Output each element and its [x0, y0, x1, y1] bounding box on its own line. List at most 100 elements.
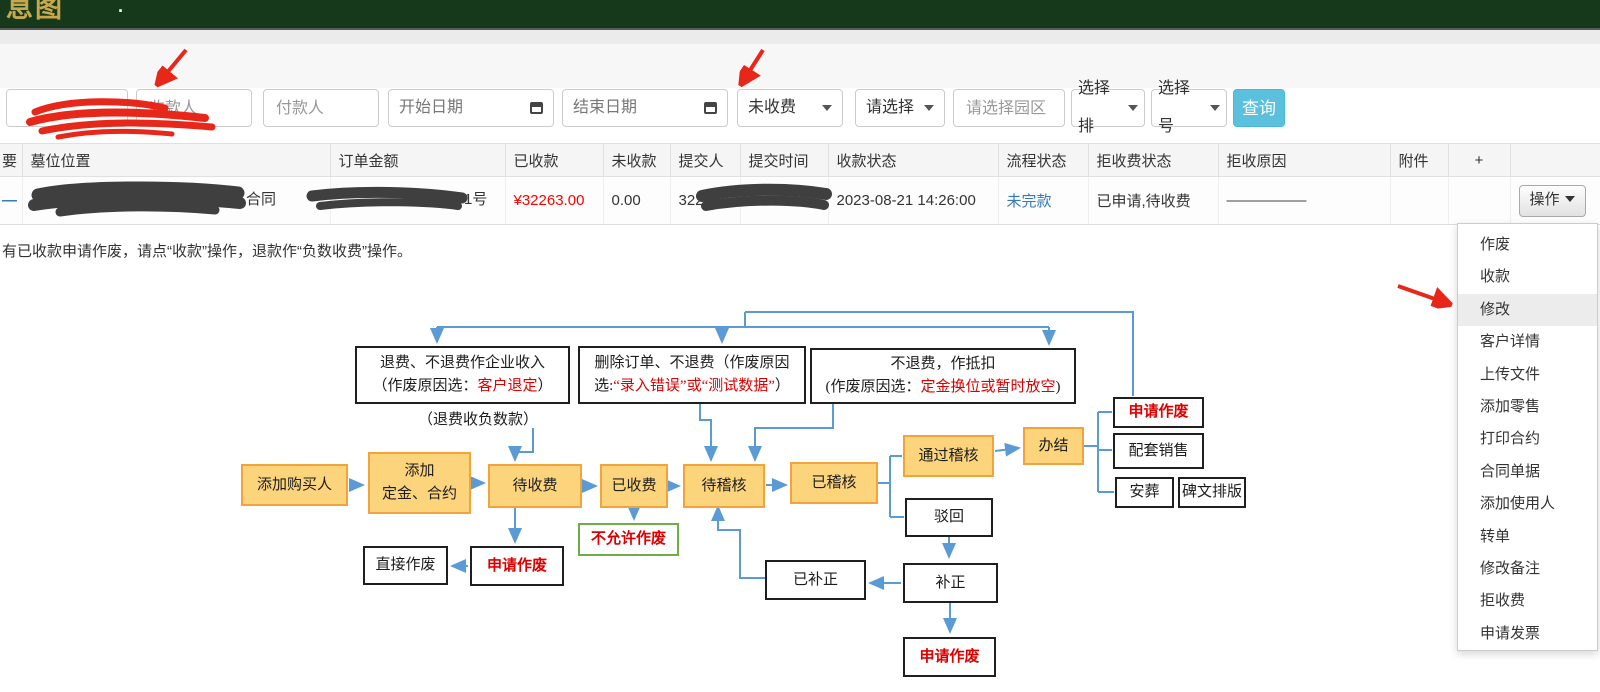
orders-table: 要 墓位位置 订单金额 已收款 未收款 提交人 提交时间 收款状态 流程状态 拒… — [0, 143, 1600, 225]
keyword-input-field[interactable] — [17, 91, 121, 127]
search-button[interactable]: 查询 — [1233, 89, 1285, 127]
cell-submitter: 32263 — [670, 177, 740, 225]
col-header-grave-position: 墓位位置 — [22, 144, 330, 177]
payer-input[interactable] — [263, 89, 379, 127]
action-dropdown-menu: 作废 收款 修改 客户详情 上传文件 添加零售 打印合约 合同单据 添加使用人 … — [1457, 223, 1598, 651]
cell-actions: 操作 — [1510, 177, 1600, 225]
cell-attachment — [1390, 177, 1448, 225]
col-header-order-amount: 订单金额 — [330, 144, 505, 177]
cell-grave-position — [22, 177, 330, 225]
flow-node-corrected: 已补正 — [765, 560, 866, 600]
cell-plus — [1448, 177, 1510, 225]
start-date-input[interactable]: 开始日期 — [388, 89, 554, 127]
col-header-paid: 已收款 — [505, 144, 603, 177]
col-header-summary: 要 — [0, 144, 22, 177]
flow-node-pending-fee: 待收费 — [488, 464, 582, 508]
hint-text: 有已收款申请作废，请点“收款”操作，退款作“负数收费”操作。 — [2, 240, 412, 261]
flow-node-audit-passed: 通过稽核 — [903, 435, 994, 477]
number-select[interactable]: 选择号 — [1151, 89, 1227, 127]
keyword-input[interactable] — [6, 89, 128, 127]
cell-unpaid: 0.00 — [603, 177, 670, 225]
col-header-collection-status: 收款状态 — [828, 144, 998, 177]
menu-item-request-invoice[interactable]: 申请发票 — [1458, 618, 1597, 650]
start-date-placeholder: 开始日期 — [399, 89, 463, 127]
menu-item-upload-file[interactable]: 上传文件 — [1458, 359, 1597, 391]
cell-process-status: 未完款 — [998, 177, 1088, 225]
app-logo-partial-text: 息图 — [6, 0, 64, 25]
generic-select[interactable]: 请选择 — [855, 89, 945, 127]
menu-item-modify-remark[interactable]: 修改备注 — [1458, 553, 1597, 585]
flow-note-refund-company-income: 退费、不退费作企业收入 （作废原因选：客户退定） — [355, 346, 570, 404]
flow-node-package-sales: 配套销售 — [1113, 433, 1204, 469]
flow-node-apply-void-bottom: 申请作废 — [903, 637, 996, 677]
add-column-button[interactable]: + — [1448, 144, 1510, 177]
flow-node-direct-void: 直接作废 — [363, 546, 448, 585]
cell-reject-fee-status: 已申请,待收费 — [1088, 177, 1218, 225]
payee-input[interactable] — [136, 89, 252, 127]
row-select-value: 选择排 — [1078, 70, 1122, 146]
end-date-placeholder: 结束日期 — [573, 89, 637, 127]
payer-input-field[interactable] — [274, 91, 372, 127]
park-input[interactable] — [953, 89, 1065, 127]
col-header-reject-reason: 拒收原因 — [1218, 144, 1390, 177]
calendar-icon[interactable] — [530, 102, 543, 114]
menu-item-customer-details[interactable]: 客户详情 — [1458, 326, 1597, 358]
header-gray-band — [0, 30, 1600, 44]
menu-item-modify[interactable]: 修改 — [1458, 294, 1597, 326]
menu-item-reject-fee[interactable]: 拒收费 — [1458, 585, 1597, 617]
flow-note-delete-order: 删除订单、不退费（作废原因 选:“录入错误”或“测试数据”） — [578, 346, 806, 404]
row-select[interactable]: 选择排 — [1071, 89, 1145, 127]
flow-node-correction: 补正 — [903, 563, 998, 603]
flow-node-pending-audit: 待稽核 — [683, 464, 765, 508]
cell-paid: ¥32263.00 — [505, 177, 603, 225]
chevron-down-icon — [1210, 105, 1220, 111]
cell-submit-time — [740, 177, 828, 225]
row-expander[interactable]: — — [0, 177, 22, 225]
flow-node-fee-collected: 已收费 — [600, 464, 668, 508]
action-dropdown-button[interactable]: 操作 — [1519, 185, 1586, 217]
end-date-input[interactable]: 结束日期 — [562, 89, 728, 127]
filter-bar: 开始日期 结束日期 未收费 请选择 选择排 选择号 查询 — [0, 89, 1600, 129]
menu-item-add-retail[interactable]: 添加零售 — [1458, 391, 1597, 423]
flow-node-conclude: 办结 — [1023, 427, 1084, 465]
chevron-down-icon — [822, 105, 832, 111]
flow-node-void-not-allowed: 不允许作废 — [578, 523, 679, 556]
flow-label-negative-refund: （退费收负数款） — [418, 408, 538, 429]
menu-item-collect-payment[interactable]: 收款 — [1458, 261, 1597, 293]
number-select-value: 选择号 — [1158, 70, 1204, 146]
col-header-attachment: 附件 — [1390, 144, 1448, 177]
park-input-field[interactable] — [964, 91, 1058, 127]
menu-item-void[interactable]: 作废 — [1458, 229, 1597, 261]
chevron-down-icon — [924, 105, 934, 111]
col-header-actions — [1510, 144, 1600, 177]
flow-node-rejected: 驳回 — [905, 498, 993, 537]
col-header-process-status: 流程状态 — [998, 144, 1088, 177]
flow-node-apply-void-left: 申请作废 — [470, 546, 564, 586]
col-header-submit-time: 提交时间 — [740, 144, 828, 177]
flow-node-inscription-layout: 碑文排版 — [1178, 477, 1246, 508]
calendar-icon[interactable] — [704, 102, 717, 114]
app-header-bar: 息图 · — [0, 0, 1600, 30]
toolbar-background-band — [0, 44, 1600, 88]
caret-down-icon — [1565, 196, 1575, 202]
grave-position-fragment: 合同 — [246, 188, 276, 209]
menu-item-add-user[interactable]: 添加使用人 — [1458, 488, 1597, 520]
col-header-unpaid: 未收款 — [603, 144, 670, 177]
flow-node-audited: 已稽核 — [790, 462, 878, 504]
chevron-down-icon — [1128, 105, 1138, 111]
fee-status-value: 未收费 — [748, 89, 796, 127]
flow-node-add-deposit-contract: 添加 定金、合约 — [368, 452, 471, 514]
payee-input-field[interactable] — [147, 91, 245, 127]
flow-node-apply-void-top: 申请作废 — [1113, 397, 1204, 428]
flow-note-no-refund-offset: 不退费，作抵扣 (作废原因选：定金换位或暂时放空) — [810, 348, 1076, 404]
app-header-dot: · — [118, 1, 124, 22]
menu-item-transfer-order[interactable]: 转单 — [1458, 521, 1597, 553]
grave-position-fragment: 1号 — [464, 188, 487, 209]
table-header-row: 要 墓位位置 订单金额 已收款 未收款 提交人 提交时间 收款状态 流程状态 拒… — [0, 144, 1600, 177]
flow-node-burial: 安葬 — [1115, 477, 1174, 508]
fee-status-select[interactable]: 未收费 — [737, 89, 843, 127]
flow-node-add-buyer: 添加购买人 — [241, 464, 348, 506]
menu-item-contract-documents[interactable]: 合同单据 — [1458, 456, 1597, 488]
menu-item-print-contract[interactable]: 打印合约 — [1458, 423, 1597, 455]
annotation-arrow-modify — [1398, 286, 1452, 305]
